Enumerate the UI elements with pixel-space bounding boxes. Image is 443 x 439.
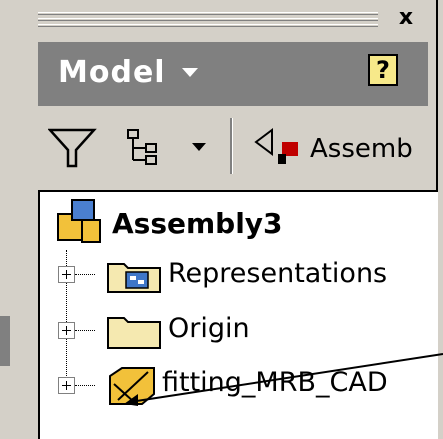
tree-branch [75, 274, 95, 275]
assembly-icon[interactable] [54, 196, 106, 248]
help-button[interactable]: ? [368, 54, 398, 86]
hierarchy-view-icon[interactable] [124, 126, 174, 170]
representations-folder-icon[interactable] [106, 258, 162, 294]
expand-fitting-button[interactable] [58, 377, 75, 394]
filter-icon[interactable] [48, 126, 98, 170]
expand-representations-button[interactable] [58, 266, 75, 283]
panel-drag-grip[interactable] [38, 8, 378, 30]
chevron-down-icon[interactable] [182, 68, 198, 77]
tree-root-assembly[interactable]: Assembly3 [112, 207, 283, 240]
tree-branch [75, 330, 95, 331]
expand-origin-button[interactable] [58, 322, 75, 339]
left-frame [0, 0, 30, 439]
toolbar-separator [230, 118, 233, 174]
tree-branch [75, 385, 95, 386]
view-dropdown-chevron-icon[interactable] [190, 140, 210, 154]
assembly-tasks-label[interactable]: Assemb [310, 134, 413, 164]
tree-item-representations[interactable]: Representations [168, 258, 387, 289]
browser-title[interactable]: Model [58, 55, 166, 90]
assembly-tasks-icon[interactable] [250, 124, 306, 168]
drag-leader-line [124, 353, 443, 406]
splitter-grip[interactable] [0, 316, 10, 366]
tree-item-origin[interactable]: Origin [168, 313, 250, 344]
close-panel-button[interactable]: x [394, 6, 418, 30]
